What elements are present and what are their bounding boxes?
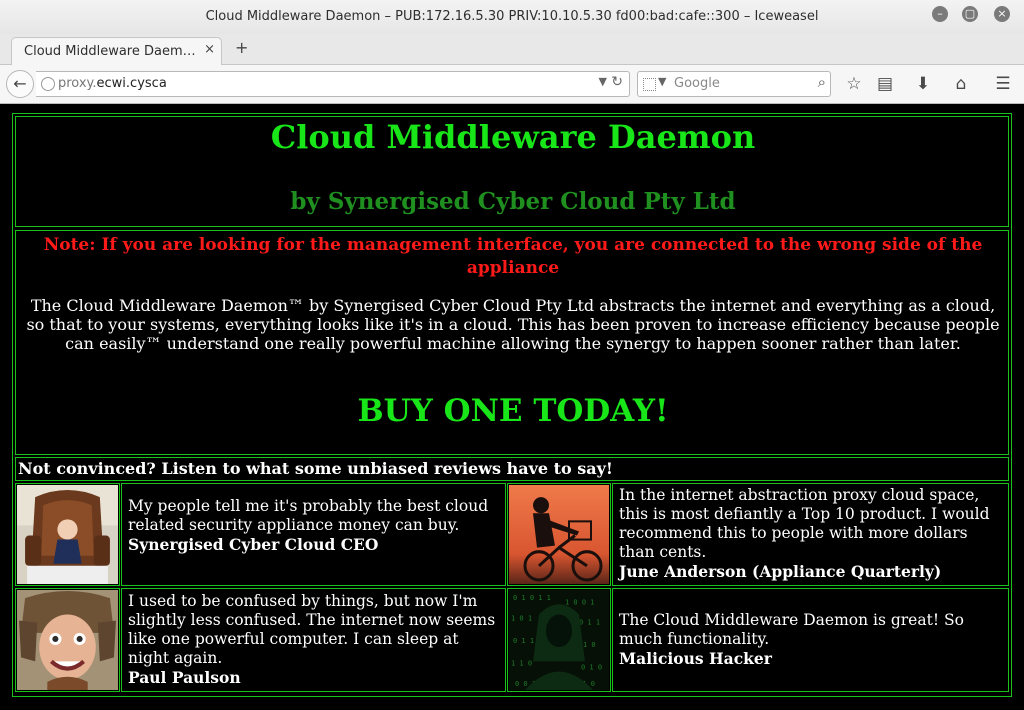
back-arrow-icon: ← [13,74,27,93]
review-author: Synergised Cyber Cloud CEO [128,535,379,554]
review-text-cell: In the internet abstraction proxy cloud … [612,483,1009,586]
url-host: proxy. [58,76,97,91]
review-text-cell: My people tell me it's probably the best… [121,483,506,586]
download-icon[interactable]: ⬇ [912,74,934,94]
home-icon[interactable]: ⌂ [950,74,972,94]
url-text[interactable]: proxy.ecwi.cysca [58,76,167,91]
call-to-action: BUY ONE TODAY! [357,393,669,429]
svg-text:1 0 0 1: 1 0 0 1 [565,597,594,606]
product-description: The Cloud Middleware Daemon™ by Synergis… [26,296,1000,353]
tab-strip: Cloud Middleware Daem… × [0,34,1024,65]
warning-note: Note: If you are looking for the managem… [43,235,983,278]
menu-icon[interactable]: ☰ [992,74,1014,94]
review-author: Malicious Hacker [619,649,772,668]
reviews-intro-cell: Not convinced? Listen to what some unbia… [15,457,1009,481]
review-quote-text: In the internet abstraction proxy cloud … [619,486,990,561]
svg-text:1 0: 1 0 [583,640,596,649]
baby-in-armchair-photo [17,485,118,584]
review-quote: I used to be confused by things, but now… [128,592,501,687]
svg-text:1 1 0: 1 1 0 [511,658,532,667]
navigation-toolbar: ← proxy.ecwi.cysca ▼ ↻ ▼ ⌕ ☆ ▤ ⬇ ⌂ ☰ [0,65,1024,104]
review-photo-cell: 0 1 0 1 1 1 0 0 1 1 0 1 0 1 1 0 1 1 1 0 1 1… [507,588,611,692]
page-title: Cloud Middleware Daemon [270,118,756,156]
search-engine-dropdown-icon[interactable]: ▼ [658,75,666,88]
reading-list-icon[interactable]: ▤ [874,74,896,94]
review-quote: The Cloud Middleware Daemon is great! So… [619,611,1004,668]
url-domain: ecwi.cysca [96,76,167,91]
url-history-dropdown-icon[interactable]: ▼ [599,75,607,88]
review-quote-text: I used to be confused by things, but now… [128,592,496,667]
search-engine-icon[interactable] [643,78,656,91]
review-quote: In the internet abstraction proxy cloud … [619,486,1004,581]
search-bar[interactable]: ▼ ⌕ [637,71,831,97]
header-cell: Cloud Middleware Daemon by Synergised Cy… [15,116,1009,227]
web-page: Cloud Middleware Daemon by Synergised Cy… [0,104,1024,710]
review-text-cell: The Cloud Middleware Daemon is great! So… [612,588,1009,692]
page-subtitle: by Synergised Cyber Cloud Pty Ltd [290,188,736,215]
review-quote-text: My people tell me it's probably the best… [128,497,489,534]
man-in-fur-hat-photo [17,590,118,690]
svg-text:0 1 0 1 1: 0 1 0 1 1 [513,593,551,602]
maximize-icon[interactable]: ▢ [962,6,978,22]
url-bar[interactable]: proxy.ecwi.cysca ▼ ↻ [36,71,630,97]
globe-icon [41,77,55,91]
search-icon[interactable]: ⌕ [818,73,826,91]
close-icon[interactable]: × [994,6,1010,22]
svg-text:0 1 1: 0 1 1 [579,618,600,627]
svg-text:0 1 0: 0 1 0 [581,663,602,672]
tab-active[interactable]: Cloud Middleware Daem… × [11,37,222,65]
review-author: June Anderson (Appliance Quarterly) [619,562,942,581]
window-title: Cloud Middleware Daemon – PUB:172.16.5.3… [205,9,819,24]
cyclist-silhouette-photo [509,485,609,584]
search-input[interactable] [672,75,806,92]
new-tab-button[interactable]: + [235,38,248,57]
window-titlebar: Cloud Middleware Daemon – PUB:172.16.5.3… [0,0,1024,35]
review-photo-cell [507,483,611,586]
minimize-icon[interactable]: – [932,6,948,22]
review-text-cell: I used to be confused by things, but now… [121,588,506,692]
tab-title: Cloud Middleware Daem… [24,44,196,59]
svg-text:0 1 1: 0 1 1 [513,636,534,645]
review-quote-text: The Cloud Middleware Daemon is great! So… [619,611,964,648]
svg-text:1 0 1: 1 0 1 [511,614,532,623]
review-quote: My people tell me it's probably the best… [128,497,501,554]
reviews-intro: Not convinced? Listen to what some unbia… [18,459,613,478]
hooded-hacker-photo: 0 1 0 1 1 1 0 0 1 1 0 1 0 1 1 0 1 1 1 0 1 1… [509,590,609,690]
review-author: Paul Paulson [128,668,241,687]
bookmark-star-icon[interactable]: ☆ [843,74,865,94]
intro-cell: Note: If you are looking for the managem… [15,230,1009,455]
back-button[interactable]: ← [6,70,34,98]
tab-close-icon[interactable]: × [204,42,215,57]
review-photo-cell [15,483,120,586]
review-photo-cell [15,588,120,692]
reload-icon[interactable]: ↻ [611,74,623,90]
